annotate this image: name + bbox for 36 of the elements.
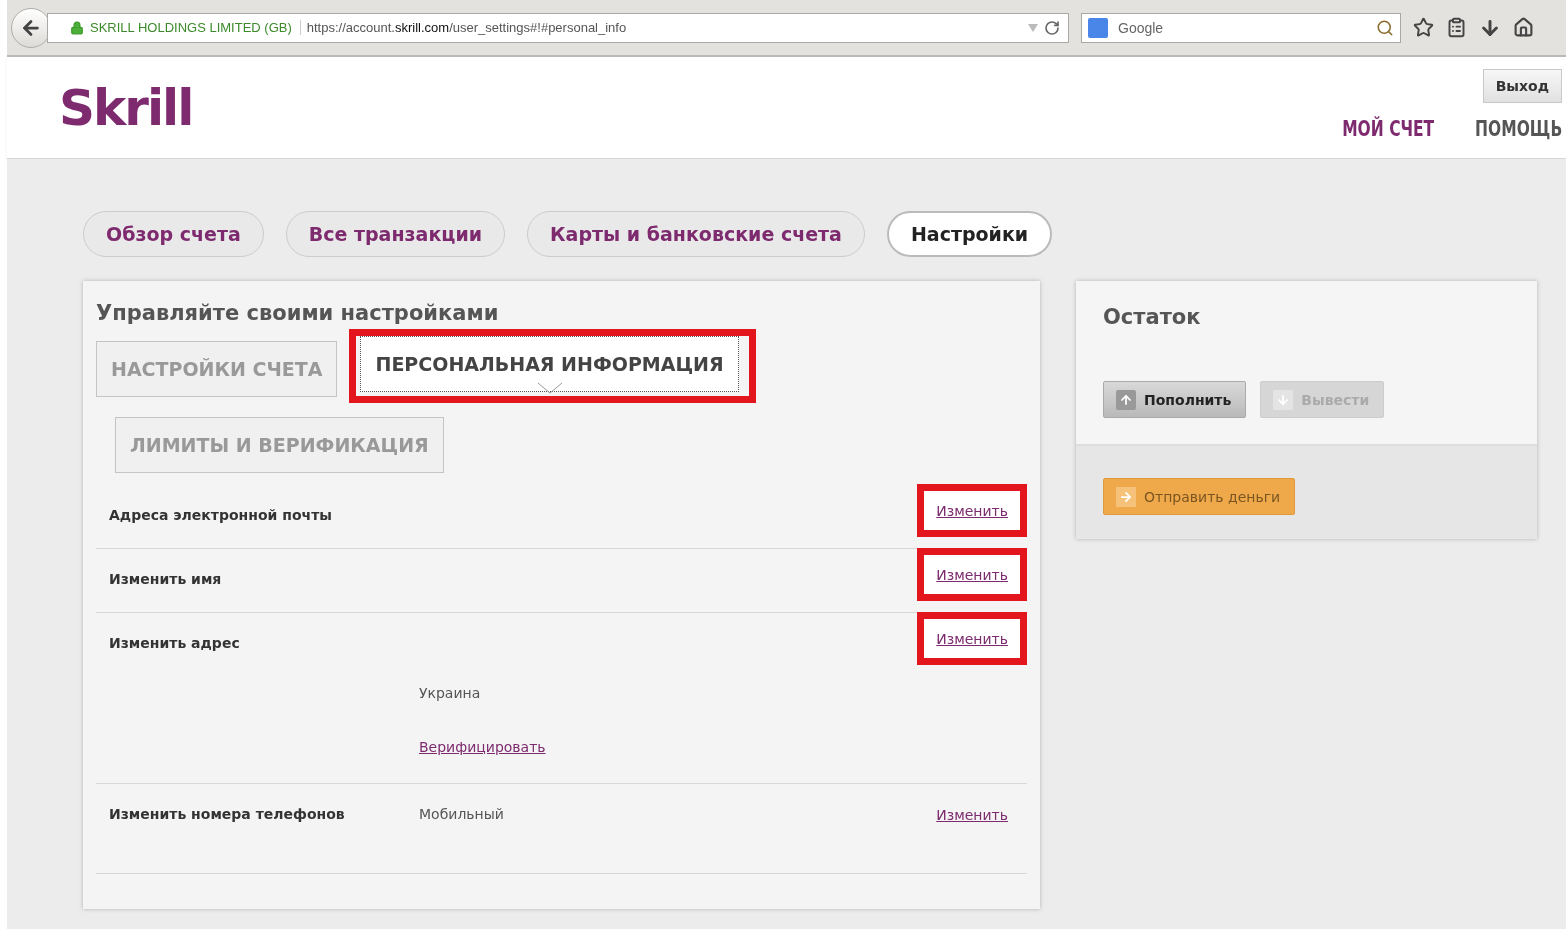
detail-text: Украина: [419, 685, 482, 701]
edit-link[interactable]: Изменить: [936, 807, 1008, 823]
tab[interactable]: Карты и банковские счета: [527, 211, 865, 257]
row-label: Изменить адрес: [109, 634, 241, 651]
verify-link[interactable]: Верифицировать: [419, 739, 546, 755]
row-label: Изменить номера телефонов: [109, 805, 346, 822]
address-bar[interactable]: SKRILL HOLDINGS LIMITED (GB) https://account.skrill.com/user_settings#!#personal_info: [47, 12, 1069, 43]
tab[interactable]: Все транзакции: [285, 211, 506, 257]
tab[interactable]: Настройки: [886, 211, 1053, 257]
home-icon[interactable]: [1513, 17, 1534, 38]
clipboard-icon[interactable]: [1446, 17, 1467, 38]
star-icon[interactable]: [1413, 17, 1434, 38]
panel-title: Управляйте своими настройками: [96, 301, 500, 325]
edit-link[interactable]: Изменить: [936, 503, 1008, 519]
caret-icon: [536, 382, 563, 394]
up-arrow-icon: [1119, 392, 1133, 407]
edit-link[interactable]: Изменить: [936, 567, 1008, 583]
edit-link[interactable]: Изменить: [936, 631, 1008, 647]
reload-icon[interactable]: [1044, 19, 1060, 36]
row-label: Адреса электронной почты: [109, 506, 333, 523]
search-engine-icon[interactable]: [1088, 17, 1108, 38]
tab[interactable]: Обзор счета: [83, 211, 264, 257]
nav-link[interactable]: ПОМОЩЬ: [1474, 117, 1562, 141]
site-identity: SKRILL HOLDINGS LIMITED (GB): [90, 20, 301, 35]
panel-title: Остаток: [1103, 305, 1202, 329]
url-text: https://account.skrill.com/user_settings#!#personal_info: [306, 20, 628, 35]
search-box[interactable]: Google: [1081, 12, 1401, 43]
detail-text: Мобильный: [419, 806, 505, 822]
row-label: Изменить имя: [109, 570, 223, 587]
deposit-button[interactable]: Пополнить: [1103, 381, 1247, 418]
logout-button[interactable]: Выход: [1482, 69, 1562, 103]
subtab[interactable]: ПЕРСОНАЛЬНАЯ ИНФОРМАЦИЯ: [360, 336, 739, 392]
logo[interactable]: Skrill: [59, 78, 193, 137]
lock-icon: [70, 20, 84, 35]
search-icon[interactable]: [1376, 18, 1394, 37]
nav-link[interactable]: МОЙ СЧЕТ: [1341, 117, 1434, 141]
